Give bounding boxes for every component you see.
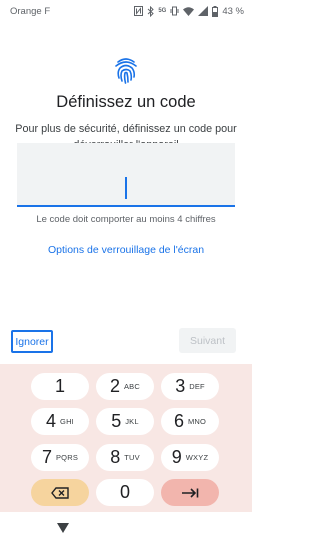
key-4[interactable]: 4 GHI <box>31 408 89 435</box>
key-number: 0 <box>119 482 130 502</box>
key-0[interactable]: 0 <box>96 479 154 506</box>
key-number: 1 <box>54 376 65 396</box>
next-button[interactable]: Suivant <box>179 328 236 353</box>
battery-level: 43 % <box>222 5 244 17</box>
key-8[interactable]: 8 TUV <box>96 444 154 471</box>
key-6[interactable]: 6 MNO <box>161 408 219 435</box>
backspace-key[interactable] <box>31 479 89 506</box>
key-letters: ABC <box>123 382 141 391</box>
key-letters: TUV <box>124 453 140 462</box>
bluetooth-icon <box>147 5 155 17</box>
pin-input[interactable] <box>17 143 235 207</box>
key-1[interactable]: 1 <box>31 373 89 400</box>
key-number: 3 <box>175 376 186 396</box>
pin-hint: Le code doit comporter au moins 4 chiffr… <box>36 214 216 225</box>
navigation-bar <box>0 512 252 546</box>
vibrate-icon <box>170 6 179 16</box>
signal-icon <box>198 6 209 16</box>
key-letters: PQRS <box>55 453 79 462</box>
carrier-name: Orange F <box>10 5 51 17</box>
key-number: 6 <box>173 411 184 431</box>
key-number: 4 <box>46 411 57 431</box>
key-2[interactable]: 2 ABC <box>96 373 154 400</box>
key-9[interactable]: 9 WXYZ <box>161 444 219 471</box>
status-bar: Orange F 5G 43 % <box>0 0 252 22</box>
fingerprint-icon <box>115 58 137 84</box>
key-letters: JKL <box>125 417 139 426</box>
page-title: Définissez un code <box>56 93 196 111</box>
key-5[interactable]: 5 JKL <box>96 408 154 435</box>
wifi-icon <box>183 6 195 16</box>
battery-icon <box>212 5 219 17</box>
key-number: 8 <box>110 447 121 467</box>
back-triangle-icon[interactable] <box>57 523 69 533</box>
key-letters: WXYZ <box>185 453 209 462</box>
enter-icon <box>182 487 199 498</box>
key-number: 9 <box>171 447 182 467</box>
nfc-icon <box>134 6 144 16</box>
key-number: 2 <box>109 376 120 396</box>
key-number: 7 <box>41 447 52 467</box>
status-icons: 5G 43 % <box>134 5 244 17</box>
backspace-icon <box>51 486 69 499</box>
key-letters: DEF <box>189 382 205 391</box>
network-type: 5G <box>158 8 167 14</box>
key-letters: GHI <box>60 417 74 426</box>
key-3[interactable]: 3 DEF <box>161 373 219 400</box>
numeric-keypad: 1 2 ABC 3 DEF 4 GHI 5 JKL 6 MNO 7 PQRS 8 TUV 9W… <box>0 364 252 512</box>
key-7[interactable]: 7 PQRS <box>31 444 89 471</box>
key-number: 5 <box>111 411 122 431</box>
key-letters: MNO <box>187 417 207 426</box>
ignore-button[interactable]: Ignorer <box>11 330 53 353</box>
enter-key[interactable] <box>161 479 219 506</box>
lock-options-link[interactable]: Options de verrouillage de l'écran <box>0 244 252 256</box>
text-cursor <box>125 177 127 199</box>
